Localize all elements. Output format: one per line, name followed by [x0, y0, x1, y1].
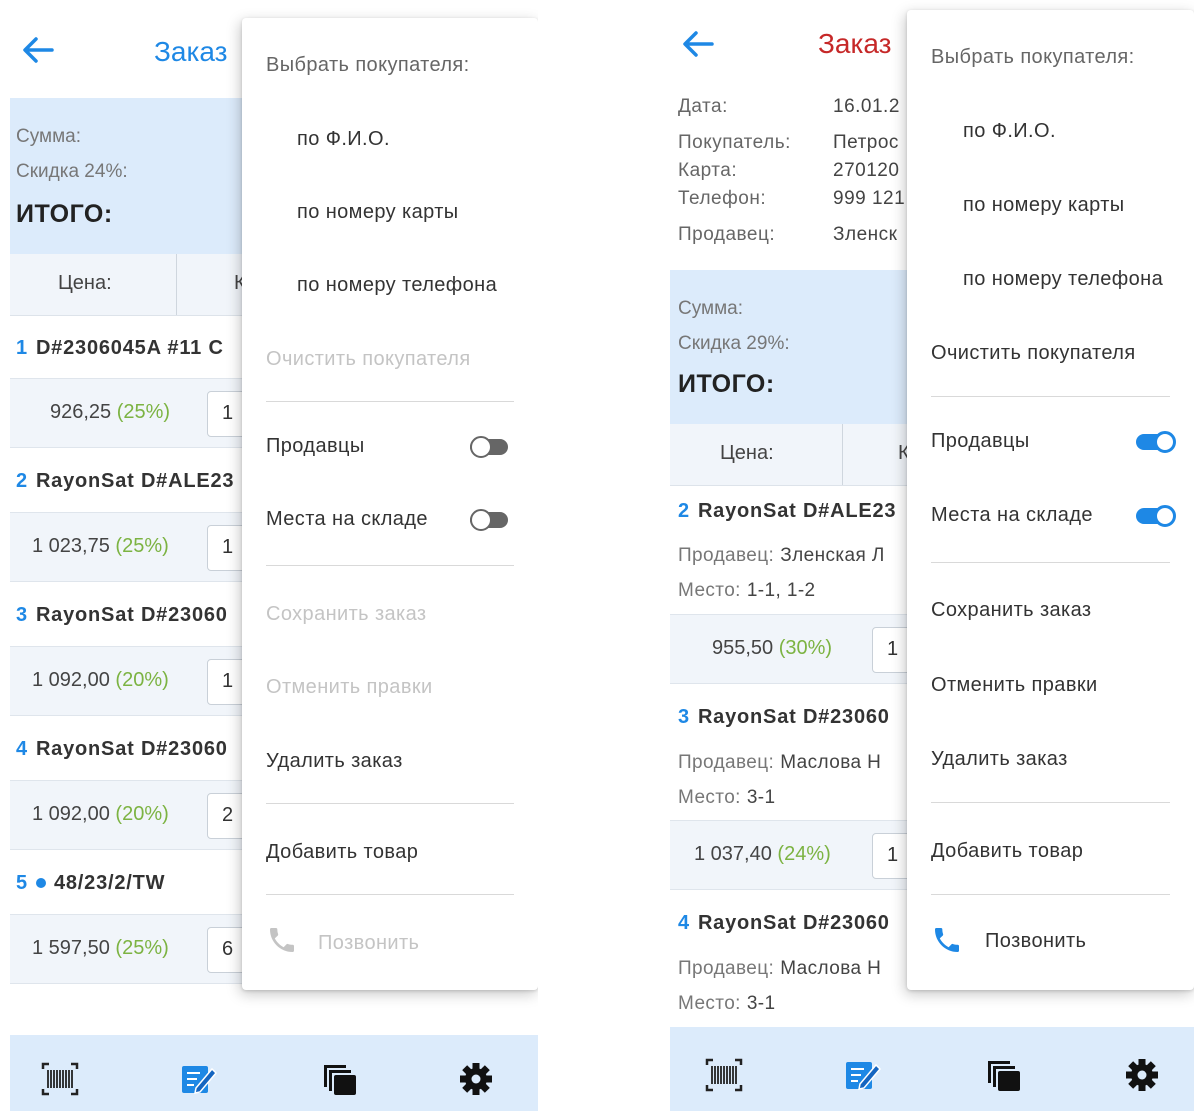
- bottom-navigation: [670, 1027, 1194, 1111]
- list-item-title[interactable]: 2 RayonSat D#ALE23: [16, 470, 234, 493]
- item-price: 1 092,00 (20%): [32, 669, 169, 691]
- list-item-title[interactable]: 2 RayonSat D#ALE23: [678, 500, 896, 523]
- menu-header-select-customer: Выбрать покупателя:: [931, 46, 1135, 68]
- menu-item-by-card[interactable]: по номеру карты: [963, 194, 1125, 217]
- barcode-icon[interactable]: [40, 1061, 80, 1097]
- phone-icon: [270, 928, 294, 952]
- item-price: 1 023,75 (25%): [32, 535, 169, 557]
- item-seller: Продавец: Маслова Н: [678, 752, 882, 773]
- menu-item-add-product[interactable]: Добавить товар: [931, 840, 1083, 863]
- menu-item-delete-order[interactable]: Удалить заказ: [931, 748, 1068, 771]
- menu-item-sellers: Продавцы: [266, 435, 365, 457]
- order-screen-left: Заказ Сумма: Скидка 24%: ИТОГО: Цена: К …: [10, 0, 538, 1111]
- copy-icon[interactable]: [320, 1061, 360, 1097]
- order-card: Карта: 270120: [678, 160, 900, 181]
- menu-item-warehouse-places: Места на складе: [266, 508, 428, 530]
- sellers-toggle[interactable]: [1136, 431, 1176, 453]
- item-place: Место: 3-1: [678, 993, 776, 1014]
- menu-item-by-name[interactable]: по Ф.И.О.: [963, 120, 1056, 143]
- column-divider: [842, 424, 843, 485]
- item-seller: Продавец: Зленская Л: [678, 545, 885, 566]
- menu-item-by-phone[interactable]: по номеру телефона: [963, 268, 1163, 291]
- menu-item-sellers: Продавцы: [931, 430, 1030, 452]
- page-title: Заказ: [154, 36, 228, 67]
- item-place: Место: 1-1, 1-2: [678, 580, 816, 601]
- item-seller: Продавец: Маслова Н: [678, 958, 882, 979]
- total-label: ИТОГО:: [678, 370, 775, 398]
- settings-icon[interactable]: [1122, 1057, 1162, 1093]
- menu-item-cancel-edits[interactable]: Отменить правки: [931, 674, 1098, 697]
- bottom-navigation: [10, 1035, 538, 1111]
- menu-item-warehouse-places: Места на складе: [931, 504, 1093, 526]
- order-phone: Телефон: 999 121: [678, 188, 906, 209]
- order-seller: Продавец: Зленск: [678, 224, 898, 245]
- menu-header-select-customer: Выбрать покупателя:: [266, 54, 470, 76]
- menu-divider: [931, 396, 1170, 397]
- page-title: Заказ: [818, 28, 892, 59]
- menu-item-by-name[interactable]: по Ф.И.О.: [297, 128, 390, 151]
- item-price: 1 597,50 (25%): [32, 937, 169, 959]
- menu-item-call[interactable]: Позвонить: [985, 930, 1086, 953]
- list-item-title[interactable]: 1 D#2306045A #11 C: [16, 337, 224, 360]
- order-customer: Покупатель: Петрос: [678, 132, 899, 153]
- item-price: 955,50 (30%): [712, 637, 833, 659]
- menu-divider: [931, 802, 1170, 803]
- arrow-back-icon[interactable]: [678, 24, 718, 64]
- menu-divider: [266, 401, 514, 402]
- order-date: Дата: 16.01.2: [678, 96, 900, 117]
- menu-divider: [266, 803, 514, 804]
- edit-icon[interactable]: [842, 1057, 882, 1093]
- phone-icon: [935, 928, 959, 952]
- menu-item-delete-order[interactable]: Удалить заказ: [266, 750, 403, 773]
- menu-divider: [266, 565, 514, 566]
- sum-label: Сумма:: [678, 298, 743, 319]
- menu-item-clear-customer[interactable]: Очистить покупателя: [266, 348, 471, 371]
- item-place: Место: 3-1: [678, 787, 776, 808]
- item-price: 1 092,00 (20%): [32, 803, 169, 825]
- menu-divider: [266, 894, 514, 895]
- sum-label: Сумма:: [16, 126, 81, 147]
- order-screen-right: Заказ Дата: 16.01.2 Покупатель: Петрос Кар…: [670, 0, 1194, 1111]
- arrow-back-icon[interactable]: [18, 30, 58, 70]
- barcode-icon[interactable]: [704, 1057, 744, 1093]
- menu-item-save-order[interactable]: Сохранить заказ: [266, 603, 427, 626]
- list-item-title[interactable]: 5 48/23/2/TW: [16, 872, 165, 895]
- list-item-title[interactable]: 3 RayonSat D#23060: [678, 706, 890, 729]
- item-price: 926,25 (25%): [50, 401, 171, 423]
- menu-item-save-order[interactable]: Сохранить заказ: [931, 599, 1092, 622]
- price-column-header: Цена:: [720, 442, 774, 464]
- options-menu: Выбрать покупателя: по Ф.И.О. по номеру …: [242, 18, 538, 990]
- menu-item-by-phone[interactable]: по номеру телефона: [297, 274, 497, 297]
- sellers-toggle[interactable]: [470, 436, 510, 458]
- discount-label: Скидка 24%:: [16, 161, 128, 182]
- menu-item-call[interactable]: Позвонить: [318, 932, 419, 955]
- copy-icon[interactable]: [984, 1057, 1024, 1093]
- list-item-title[interactable]: 4 RayonSat D#23060: [16, 738, 228, 761]
- discount-label: Скидка 29%:: [678, 333, 790, 354]
- warehouse-places-toggle[interactable]: [1136, 505, 1176, 527]
- list-item-title[interactable]: 3 RayonSat D#23060: [16, 604, 228, 627]
- menu-item-cancel-edits[interactable]: Отменить правки: [266, 676, 433, 699]
- price-column-header: Цена:: [58, 272, 112, 294]
- menu-item-by-card[interactable]: по номеру карты: [297, 201, 459, 224]
- edit-icon[interactable]: [178, 1061, 218, 1097]
- column-divider: [176, 254, 177, 315]
- menu-divider: [931, 562, 1170, 563]
- total-label: ИТОГО:: [16, 200, 113, 228]
- menu-item-add-product[interactable]: Добавить товар: [266, 841, 418, 864]
- list-item-title[interactable]: 4 RayonSat D#23060: [678, 912, 890, 935]
- menu-divider: [931, 894, 1170, 895]
- item-price: 1 037,40 (24%): [694, 843, 831, 865]
- menu-item-clear-customer[interactable]: Очистить покупателя: [931, 342, 1136, 365]
- warehouse-places-toggle[interactable]: [470, 509, 510, 531]
- options-menu: Выбрать покупателя: по Ф.И.О. по номеру …: [907, 10, 1194, 990]
- settings-icon[interactable]: [456, 1061, 496, 1097]
- new-item-dot: [35, 877, 46, 888]
